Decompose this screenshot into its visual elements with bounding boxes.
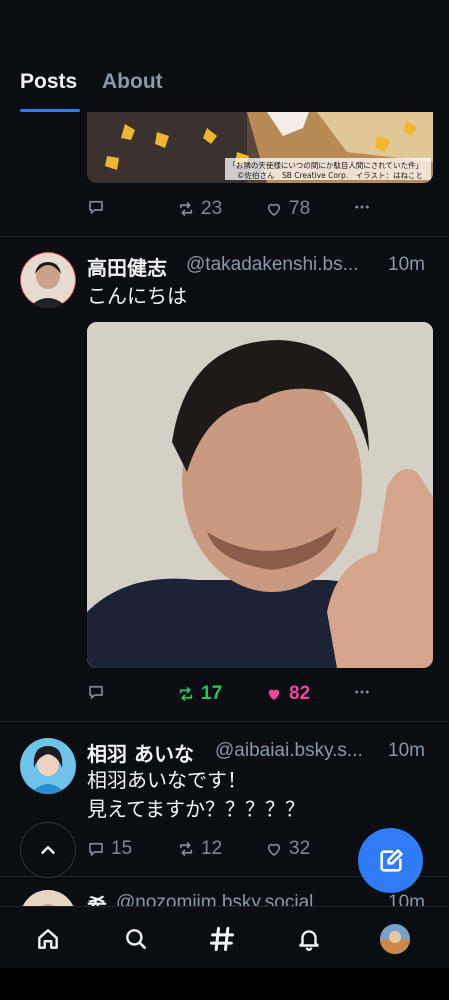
home-icon <box>38 929 58 949</box>
bell-icon <box>299 930 319 951</box>
chevron-up-icon <box>41 846 55 854</box>
avatar[interactable] <box>20 252 76 308</box>
post-actions: 17 82 <box>87 683 433 713</box>
more-button[interactable] <box>353 683 371 701</box>
nav-feeds[interactable] <box>202 919 242 959</box>
reply-button[interactable]: 15 <box>87 838 132 860</box>
like-count: 32 <box>289 838 311 859</box>
repost-count: 23 <box>201 198 223 219</box>
compose-icon <box>379 848 403 872</box>
reply-button[interactable] <box>87 198 105 216</box>
compose-button[interactable] <box>358 828 423 893</box>
heart-icon <box>267 203 281 216</box>
photo-graphic <box>87 322 433 668</box>
nav-profile[interactable] <box>375 919 415 959</box>
repost-count: 12 <box>201 838 223 859</box>
nav-search[interactable] <box>116 919 156 959</box>
post-photo[interactable] <box>87 322 433 668</box>
more-icon <box>355 690 369 694</box>
post-text: こんにちは <box>87 284 187 308</box>
like-button[interactable]: 78 <box>265 198 310 220</box>
profile-avatar <box>380 924 410 954</box>
reply-count: 15 <box>111 838 133 859</box>
like-button[interactable]: 32 <box>265 838 310 860</box>
app-screen: Posts About 「お隣の天使様にいつの間にか駄目人間にされていた件」 ©… <box>0 0 449 1000</box>
more-button[interactable] <box>353 198 371 216</box>
repost-button[interactable]: 17 <box>177 683 222 705</box>
repost-icon <box>179 202 193 216</box>
post-actions: 23 78 <box>87 198 433 228</box>
repost-icon <box>179 687 193 701</box>
reply-button[interactable] <box>87 683 105 701</box>
post-timestamp: 10m <box>388 740 425 761</box>
profile-tabs: Posts About <box>0 58 449 112</box>
avatar-image <box>20 738 76 794</box>
post-timestamp: 10m <box>388 254 425 275</box>
author-handle[interactable]: @aibaiai.bsky.s... <box>215 740 363 762</box>
tab-about[interactable]: About <box>102 70 163 94</box>
reply-icon <box>89 200 103 214</box>
nav-notifications[interactable] <box>289 919 329 959</box>
search-icon <box>126 929 146 949</box>
avatar[interactable] <box>20 738 76 794</box>
scroll-to-top-button[interactable] <box>20 822 76 878</box>
active-tab-indicator <box>20 109 80 112</box>
post-divider <box>0 721 449 722</box>
system-bar <box>0 968 449 1000</box>
like-count: 78 <box>289 198 311 219</box>
post-text-line2: 見えてますか？？？？？ <box>87 797 305 821</box>
repost-button[interactable]: 23 <box>177 198 222 220</box>
heart-icon <box>267 843 281 856</box>
author-handle[interactable]: @takadakenshi.bs... <box>186 254 358 276</box>
reply-icon <box>89 842 103 856</box>
author-name[interactable]: 相羽 あいな <box>87 738 194 767</box>
repost-button[interactable]: 12 <box>177 838 222 860</box>
tab-posts[interactable]: Posts <box>20 70 77 94</box>
repost-count: 17 <box>201 683 223 704</box>
image-caption-line2: ©佐伯さん SB Creative Corp. イラスト：はねこと <box>236 171 423 180</box>
author-name[interactable]: 高田健志 <box>87 252 167 281</box>
like-count: 82 <box>289 683 311 704</box>
hashtag-icon <box>209 926 235 952</box>
post-text-line1: 相羽あいなです！ <box>87 768 247 792</box>
post-divider <box>0 236 449 237</box>
bottom-navigation <box>0 906 449 969</box>
more-icon <box>355 205 369 209</box>
heart-icon <box>268 689 280 700</box>
nav-home[interactable] <box>28 919 68 959</box>
like-button[interactable]: 82 <box>265 683 310 705</box>
avatar-image <box>20 252 76 308</box>
post-image[interactable]: 「お隣の天使様にいつの間にか駄目人間にされていた件」 ©佐伯さん SB Crea… <box>87 112 433 183</box>
reply-icon <box>89 685 103 699</box>
repost-icon <box>179 842 193 856</box>
